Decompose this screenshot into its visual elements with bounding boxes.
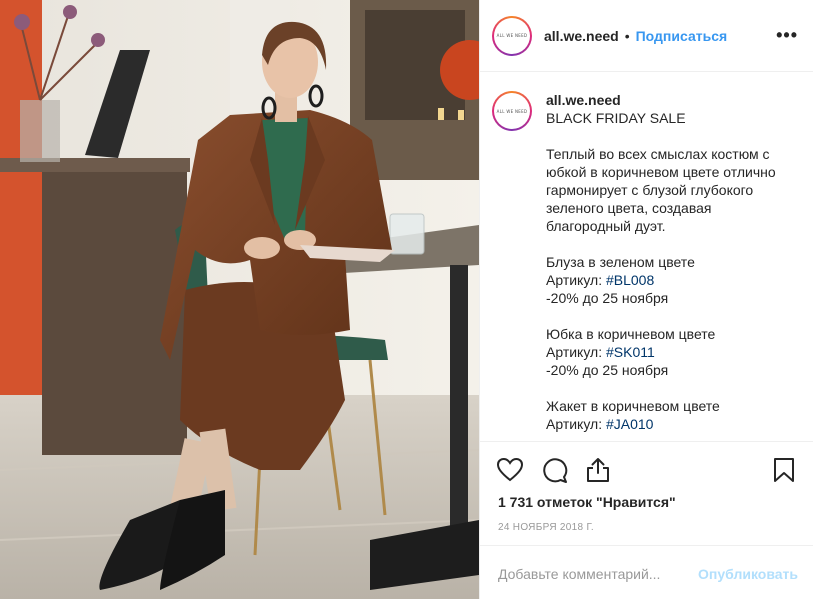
- more-options-icon[interactable]: •••: [776, 25, 798, 46]
- publish-button[interactable]: Опубликовать: [698, 566, 798, 582]
- caption-scroll-area[interactable]: ALL WE NEED all.we.need BLACK FRIDAY SAL…: [480, 73, 813, 441]
- bookmark-icon[interactable]: [770, 456, 798, 484]
- post-header: ALL WE NEED all.we.need • Подписаться ••…: [480, 0, 813, 72]
- caption-text: all.we.need BLACK FRIDAY SALE Теплый во …: [546, 91, 798, 441]
- article-label: Артикул:: [546, 416, 606, 432]
- article-label: Артикул:: [546, 344, 606, 360]
- item-discount: -20% до 25 ноября: [546, 290, 669, 306]
- item-article: Артикул: #JA010: [546, 415, 798, 433]
- caption-avatar-logo: ALL WE NEED: [494, 93, 530, 129]
- likes-count[interactable]: 1 731 отметок "Нравится": [498, 494, 676, 510]
- action-icons: [496, 456, 798, 484]
- hashtag-link[interactable]: #SK011: [606, 344, 655, 360]
- comment-icon[interactable]: [540, 456, 568, 484]
- separator-dot: •: [624, 27, 630, 44]
- share-icon[interactable]: [584, 456, 612, 484]
- item-article: Артикул: #BL008: [546, 271, 798, 289]
- follow-button[interactable]: Подписаться: [636, 28, 728, 44]
- comment-bar: Опубликовать: [480, 545, 813, 599]
- post-photo[interactable]: [0, 0, 479, 599]
- post-actions: 1 731 отметок "Нравится" 24 ноября 2018 …: [480, 441, 813, 599]
- caption-username[interactable]: all.we.need: [546, 91, 798, 109]
- item-name: Блуза в зеленом цвете: [546, 254, 695, 270]
- item-discount: -20% до 25 ноября: [546, 362, 669, 378]
- caption-title: BLACK FRIDAY SALE: [546, 110, 686, 126]
- caption-description: Теплый во всех смыслах костюм с юбкой в …: [546, 146, 780, 234]
- hashtag-link[interactable]: #JA010: [606, 416, 653, 432]
- hashtag-link[interactable]: #BL008: [606, 272, 654, 288]
- post-image: [0, 0, 479, 599]
- item-article: Артикул: #SK011: [546, 343, 798, 361]
- item-name: Юбка в коричневом цвете: [546, 326, 716, 342]
- post-sidebar: ALL WE NEED all.we.need • Подписаться ••…: [479, 0, 813, 599]
- username-link[interactable]: all.we.need: [544, 28, 619, 44]
- caption-avatar[interactable]: ALL WE NEED: [492, 91, 532, 131]
- avatar[interactable]: ALL WE NEED: [492, 15, 532, 56]
- heart-icon[interactable]: [496, 456, 524, 484]
- article-label: Артикул:: [546, 272, 606, 288]
- comment-input[interactable]: [498, 565, 699, 582]
- avatar-logo: ALL WE NEED: [494, 17, 530, 54]
- item-name: Жакет в коричневом цвете: [546, 398, 720, 414]
- post-date[interactable]: 24 ноября 2018 г.: [498, 522, 594, 533]
